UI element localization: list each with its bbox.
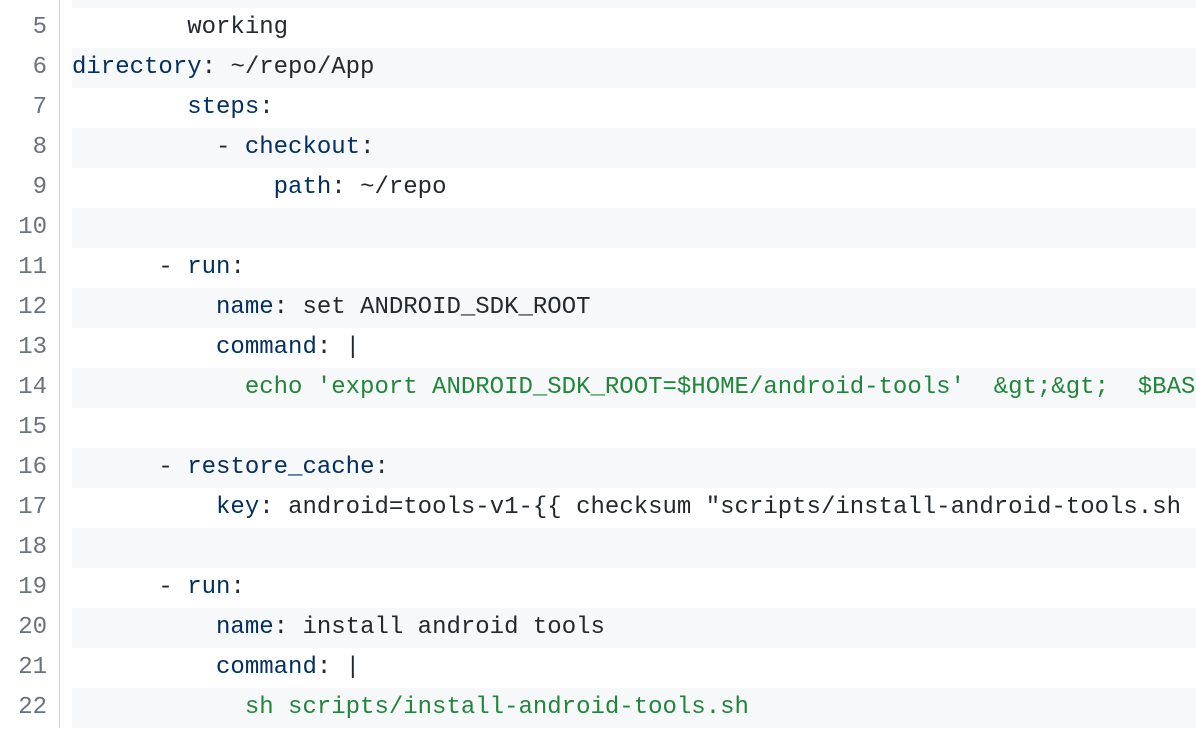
code-token: ~/repo/App <box>230 54 374 81</box>
line-number: 14 <box>0 368 47 408</box>
code-token: install android tools <box>302 614 604 641</box>
code-token: : <box>259 494 288 521</box>
code-token: command <box>216 334 317 361</box>
code-token: - <box>158 254 187 281</box>
line-number: 5 <box>0 8 47 48</box>
code-token: : <box>360 134 374 161</box>
line-number: 18 <box>0 528 47 568</box>
code-token: set ANDROID_SDK_ROOT <box>302 294 590 321</box>
code-token: : <box>230 254 244 281</box>
line-number: 16 <box>0 448 47 488</box>
code-token: name <box>216 294 274 321</box>
line-number: 4 <box>0 0 47 8</box>
code-token: key <box>216 494 259 521</box>
line-number: 13 <box>0 328 47 368</box>
code-token: : <box>331 174 360 201</box>
code-line[interactable] <box>72 408 1196 448</box>
code-line[interactable]: name: install android tools <box>72 608 1196 648</box>
line-number: 17 <box>0 488 47 528</box>
code-token: xcode <box>245 0 317 1</box>
code-token: command <box>216 654 317 681</box>
code-line[interactable]: sh scripts/install-android-tools.sh <box>72 688 1196 728</box>
code-line[interactable]: directory: ~/repo/App <box>72 48 1196 88</box>
code-line[interactable]: - run: <box>72 248 1196 288</box>
line-number: 7 <box>0 88 47 128</box>
code-token: : <box>317 0 346 1</box>
code-line[interactable]: path: ~/repo <box>72 168 1196 208</box>
code-token: android=tools-v1-{{ checksum "scripts/in… <box>288 494 1181 521</box>
code-token: run <box>187 574 230 601</box>
code-line[interactable] <box>72 208 1196 248</box>
code-content[interactable]: xcode: "11.2.0" working directory: ~/repo… <box>60 0 1196 728</box>
code-token: sh scripts/install-android-tools.sh <box>245 694 749 721</box>
line-number: 15 <box>0 408 47 448</box>
code-token: : <box>317 334 346 361</box>
line-number: 6 <box>0 48 47 88</box>
code-token: steps <box>187 94 259 121</box>
line-number: 11 <box>0 248 47 288</box>
code-token: : <box>317 654 346 681</box>
line-number: 19 <box>0 568 47 608</box>
code-token: working <box>187 14 288 41</box>
code-token: : <box>374 454 388 481</box>
code-token: : <box>274 614 303 641</box>
code-line[interactable]: - checkout: <box>72 128 1196 168</box>
code-line[interactable] <box>72 528 1196 568</box>
code-line[interactable]: - restore_cache: <box>72 448 1196 488</box>
code-token: run <box>187 254 230 281</box>
code-block: 45678910111213141516171819202122 xcode: … <box>0 0 1196 728</box>
code-token: name <box>216 614 274 641</box>
line-number: 12 <box>0 288 47 328</box>
code-line[interactable]: echo 'export ANDROID_SDK_ROOT=$HOME/andr… <box>72 368 1196 408</box>
code-line[interactable]: xcode: "11.2.0" <box>72 0 1196 8</box>
code-line[interactable]: command: | <box>72 648 1196 688</box>
code-token: echo 'export ANDROID_SDK_ROOT=$HOME/andr… <box>245 374 1196 401</box>
code-line[interactable]: command: | <box>72 328 1196 368</box>
line-number: 21 <box>0 648 47 688</box>
code-token: path <box>274 174 332 201</box>
code-token: : <box>202 54 231 81</box>
code-token: checkout <box>245 134 360 161</box>
code-token: - <box>216 134 245 161</box>
code-token: : <box>230 574 244 601</box>
code-token: - <box>158 454 187 481</box>
code-token: restore_cache <box>187 454 374 481</box>
code-token: | <box>346 334 360 361</box>
line-number-gutter: 45678910111213141516171819202122 <box>0 0 60 728</box>
code-line[interactable]: steps: <box>72 88 1196 128</box>
code-token: directory <box>72 54 202 81</box>
line-number: 20 <box>0 608 47 648</box>
line-number: 8 <box>0 128 47 168</box>
code-line[interactable]: name: set ANDROID_SDK_ROOT <box>72 288 1196 328</box>
line-number: 9 <box>0 168 47 208</box>
code-token: | <box>346 654 360 681</box>
code-line[interactable]: - run: <box>72 568 1196 608</box>
code-token: : <box>274 294 303 321</box>
line-number: 10 <box>0 208 47 248</box>
code-line[interactable]: working <box>72 8 1196 48</box>
code-token: - <box>158 574 187 601</box>
line-number: 22 <box>0 688 47 728</box>
code-line[interactable]: key: android=tools-v1-{{ checksum "scrip… <box>72 488 1196 528</box>
code-token: : <box>259 94 273 121</box>
code-token: ~/repo <box>360 174 446 201</box>
code-token: "11.2.0" <box>346 0 461 1</box>
